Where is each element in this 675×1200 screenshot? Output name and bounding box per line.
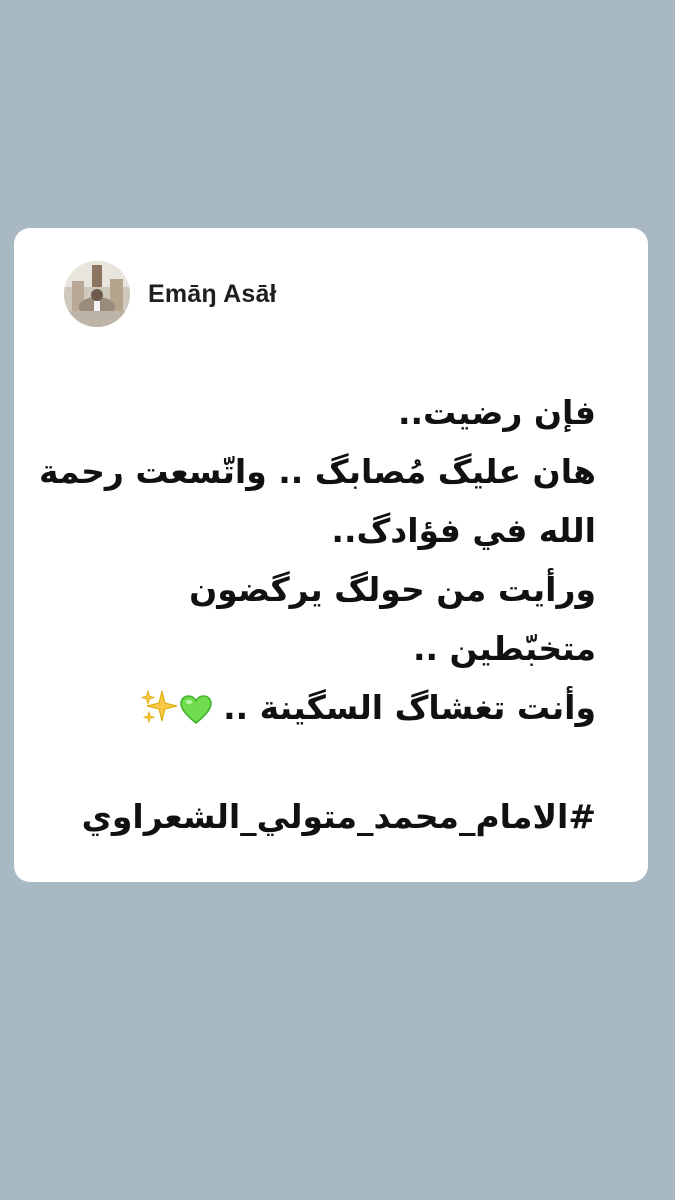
post-line: ورأيت من حولگ يرگضون <box>189 570 596 609</box>
post-line: هان عليگ مُصابگ .. واتّسعت رحمة <box>38 452 596 491</box>
post-line: متخبّطين .. <box>412 629 596 668</box>
author-avatar[interactable] <box>64 261 130 327</box>
post-text: فإن رضيت.. هان عليگ مُصابگ .. واتّسعت رح… <box>36 383 596 846</box>
post-line-with-emojis: وأنت تغشاگ السگينة .. <box>36 678 596 737</box>
avatar-photo-icon <box>64 261 130 327</box>
post-header: Emāŋ Asāł <box>64 261 277 327</box>
sparkles-icon <box>140 678 180 737</box>
hashtag-link[interactable]: #الامام_محمد_متولي_الشعراوي <box>36 787 596 846</box>
post-line: الله في فؤادگ.. <box>331 511 596 550</box>
post-line: وأنت تغشاگ السگينة .. <box>223 688 596 727</box>
story-post-card: Emāŋ Asāł فإن رضيت.. هان عليگ مُصابگ .. … <box>14 228 648 882</box>
author-name[interactable]: Emāŋ Asāł <box>148 280 277 309</box>
post-line: فإن رضيت.. <box>397 393 596 432</box>
green-heart-icon <box>179 678 212 737</box>
